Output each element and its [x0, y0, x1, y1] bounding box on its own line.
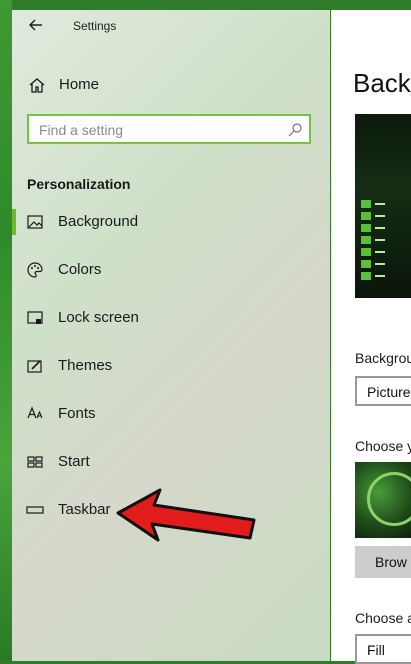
sidebar-item-label: Lock screen	[58, 309, 139, 326]
start-icon	[27, 456, 43, 468]
fit-select[interactable]: Fill	[355, 634, 411, 664]
background-preview	[355, 114, 411, 298]
fit-value: Fill	[367, 642, 385, 658]
sidebar-item-label: Themes	[58, 357, 113, 374]
sidebar-item-background[interactable]: Background	[12, 205, 330, 239]
search-input[interactable]: Find a setting	[27, 114, 311, 144]
search-icon[interactable]	[287, 122, 303, 138]
section-heading: Personalization	[27, 176, 131, 192]
settings-navigation-pane: Settings Home Find a setting Personaliza…	[12, 10, 330, 661]
sidebar-item-fonts[interactable]: Fonts	[12, 397, 330, 431]
lock-screen-icon	[27, 311, 43, 324]
sidebar-item-colors[interactable]: Colors	[12, 253, 330, 287]
picture-thumbnail[interactable]	[355, 462, 411, 538]
preview-start-menu	[361, 200, 385, 292]
page-title: Backg	[353, 68, 411, 98]
palette-icon	[27, 262, 43, 278]
background-label: Backgrou	[355, 350, 411, 366]
back-arrow-icon[interactable]	[28, 17, 44, 33]
window-title: Settings	[73, 19, 117, 33]
choose-fit-label: Choose a	[355, 610, 411, 626]
home-label: Home	[59, 76, 100, 93]
home-icon	[29, 78, 45, 93]
sidebar-item-lock-screen[interactable]: Lock screen	[12, 301, 330, 335]
sidebar-item-themes[interactable]: Themes	[12, 349, 330, 383]
sidebar-item-label: Fonts	[58, 405, 96, 422]
choose-picture-label: Choose y	[355, 438, 411, 454]
thumbnail-graphic	[367, 472, 411, 526]
search-placeholder: Find a setting	[39, 122, 124, 138]
taskbar-icon	[26, 506, 44, 514]
content-pane: Backg Backgrou Picture Choose y Brow Cho…	[331, 10, 411, 664]
background-type-value: Picture	[367, 384, 411, 400]
font-icon	[27, 406, 43, 419]
home-nav-item[interactable]: Home	[12, 70, 330, 100]
brush-icon	[27, 360, 42, 373]
title-bar: Settings	[12, 10, 330, 42]
picture-icon	[27, 215, 43, 229]
sidebar-item-label: Taskbar	[58, 501, 111, 518]
browse-button[interactable]: Brow	[355, 546, 411, 578]
sidebar-item-label: Colors	[58, 261, 102, 278]
sidebar-item-label: Background	[58, 213, 139, 230]
selected-indicator	[12, 209, 16, 235]
sidebar-item-start[interactable]: Start	[12, 445, 330, 479]
sidebar-item-taskbar[interactable]: Taskbar	[12, 493, 330, 527]
browse-label: Brow	[375, 554, 407, 570]
desktop-wallpaper	[0, 0, 12, 661]
background-type-select[interactable]: Picture	[355, 376, 411, 406]
sidebar-item-label: Start	[58, 453, 90, 470]
